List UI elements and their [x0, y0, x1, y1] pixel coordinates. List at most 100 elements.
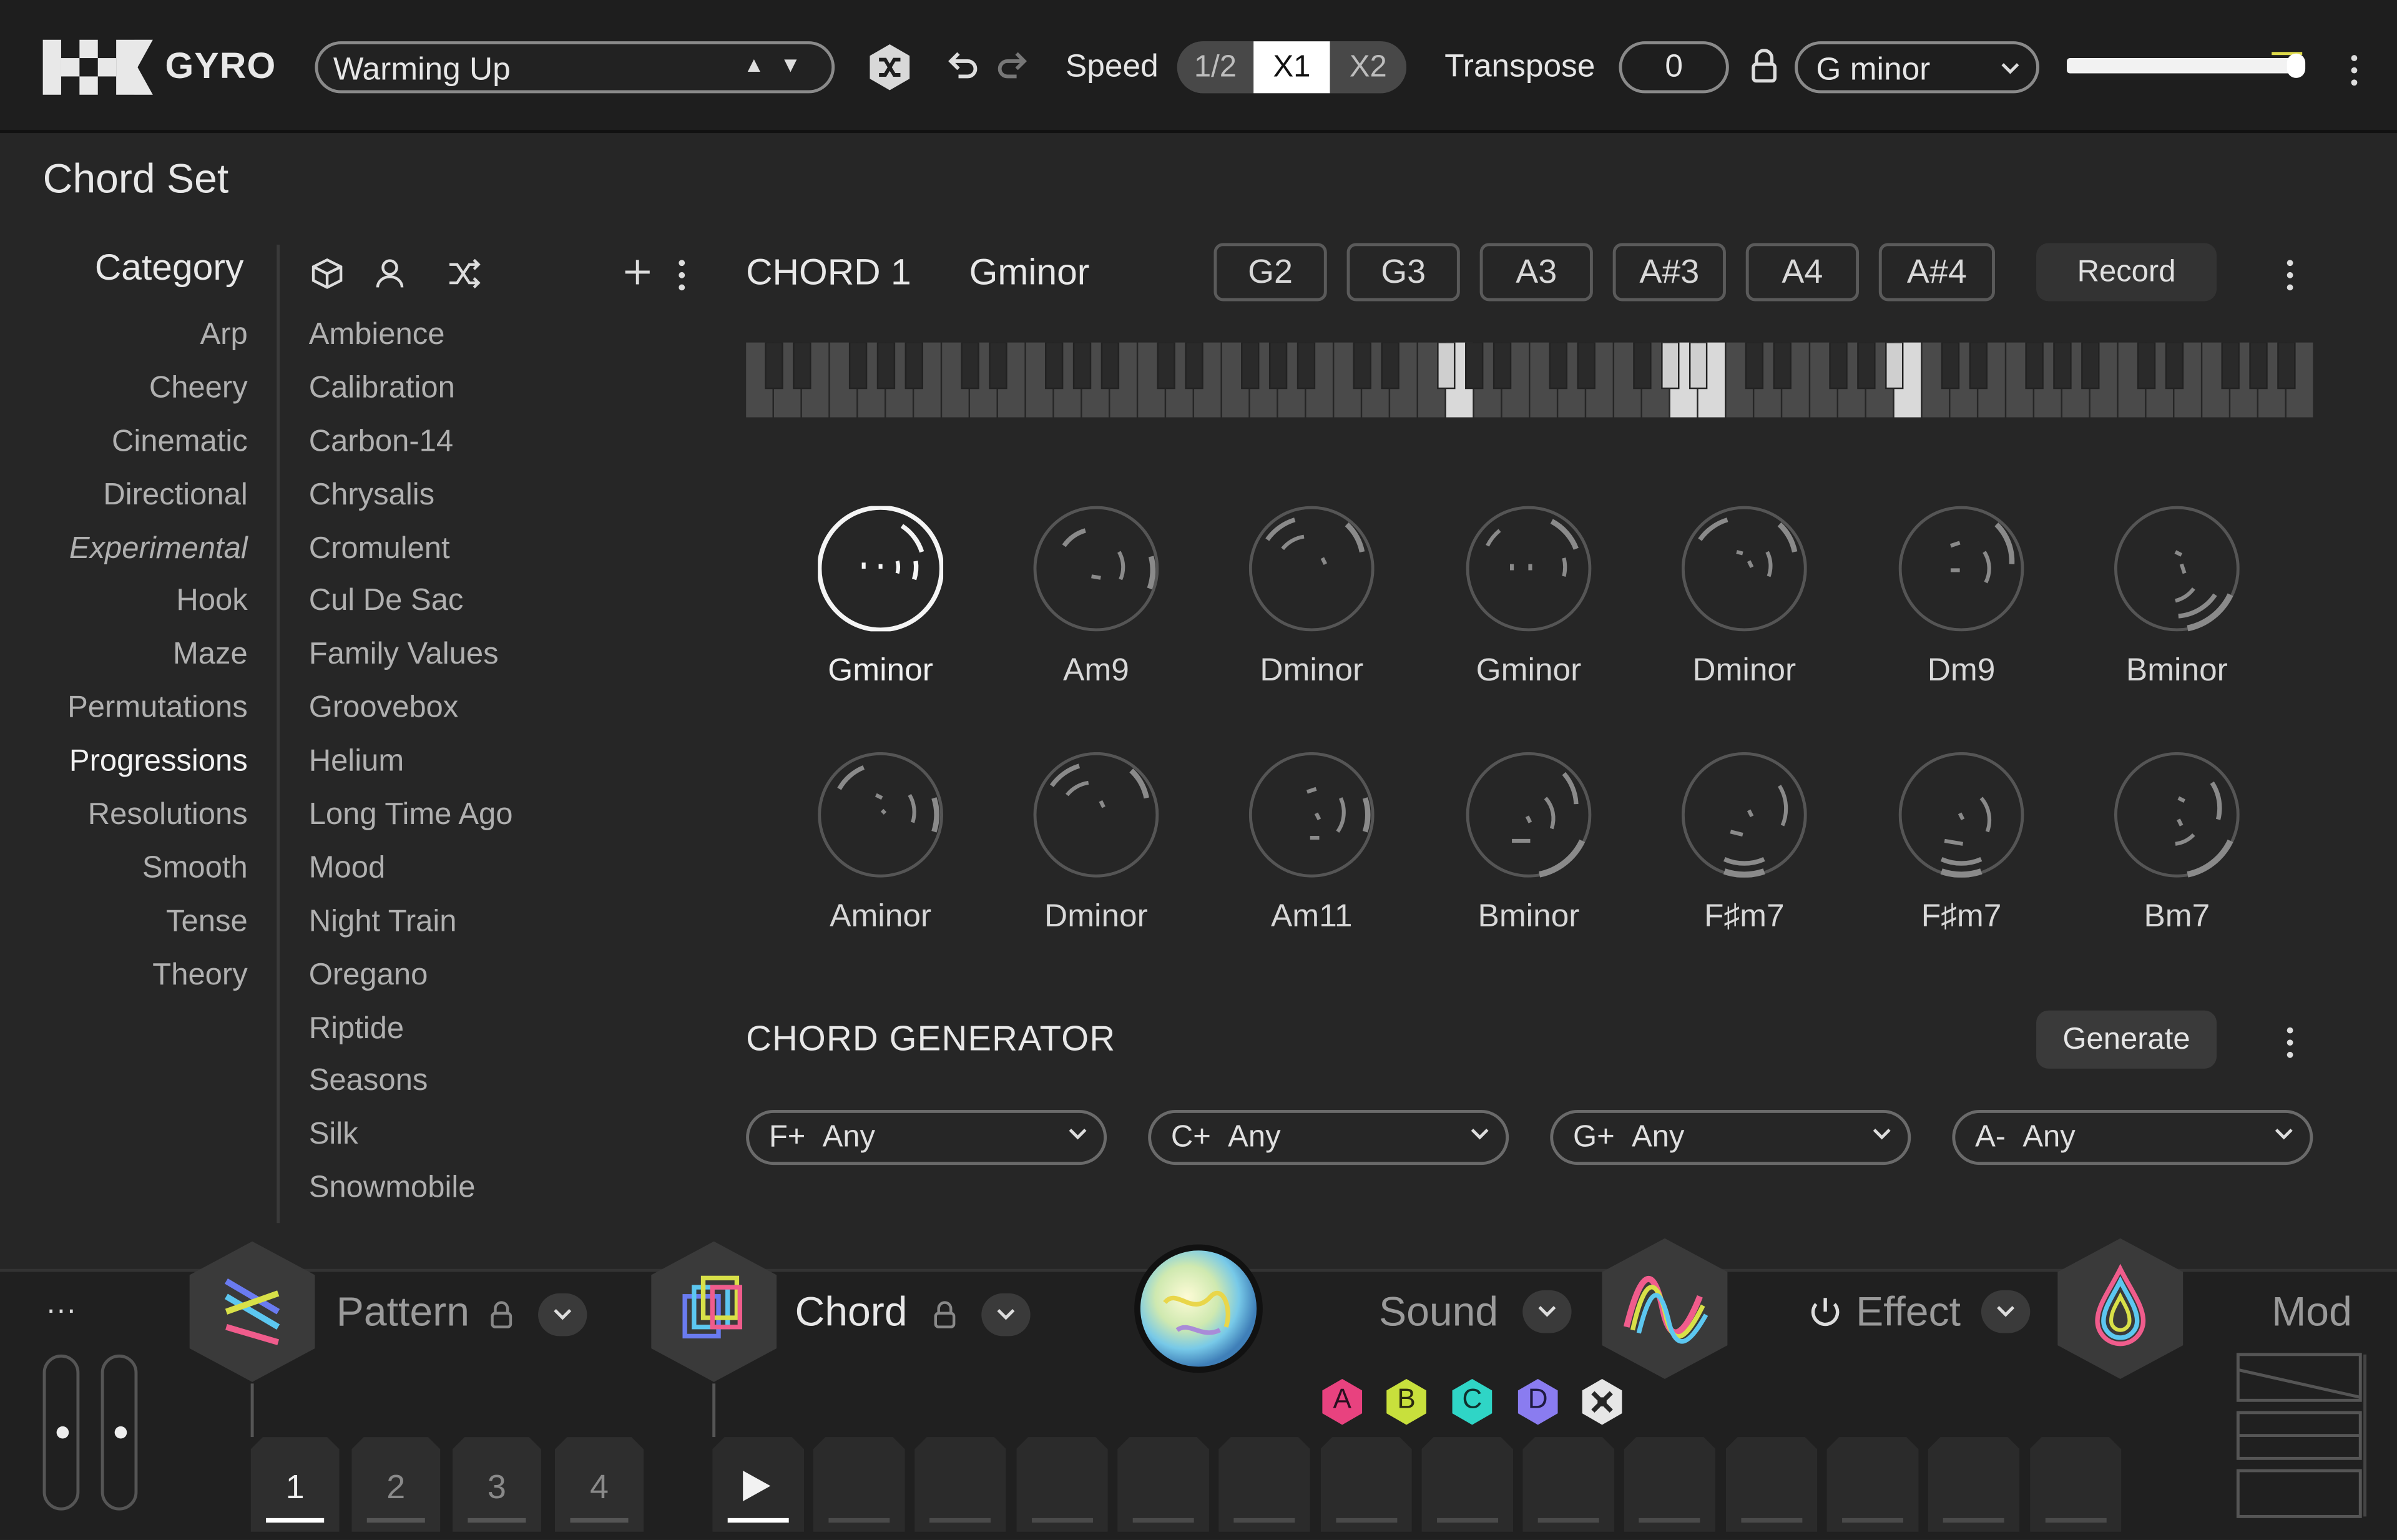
preset-item[interactable]: Ambience [309, 318, 513, 371]
preset-arrows-icon[interactable]: ▲▼ [743, 52, 816, 76]
piano-black-key[interactable] [2081, 342, 2100, 390]
sequence-step[interactable] [1826, 1437, 1919, 1532]
preset-item[interactable]: Carbon-14 [309, 424, 513, 478]
category-item[interactable]: Smooth [67, 851, 248, 905]
piano-black-key[interactable] [1465, 342, 1484, 390]
record-button[interactable]: Record [2036, 243, 2217, 302]
mod-label[interactable]: Mod [2272, 1289, 2352, 1336]
piano-black-key[interactable] [1353, 342, 1371, 390]
preset-item[interactable]: Cul De Sac [309, 585, 513, 638]
power-icon[interactable] [1807, 1295, 1844, 1332]
pattern-tab[interactable]: 2 [351, 1437, 441, 1532]
sequence-step[interactable] [1624, 1437, 1716, 1532]
note-button[interactable]: A4 [1745, 243, 1859, 302]
add-icon[interactable] [620, 255, 654, 289]
generator-slot-dropdown[interactable]: F+ Any [746, 1109, 1107, 1165]
sequence-step[interactable] [1725, 1437, 1818, 1532]
piano-black-key[interactable] [989, 342, 1007, 390]
piano-black-key[interactable] [1689, 342, 1708, 390]
piano-black-key[interactable] [1885, 342, 1904, 390]
piano-black-key[interactable] [1044, 342, 1064, 390]
cube-icon[interactable] [309, 255, 346, 292]
variation-b-label[interactable]: B [1394, 1383, 1418, 1415]
category-item[interactable]: Tense [67, 905, 248, 958]
piano-black-key[interactable] [2137, 342, 2156, 390]
category-item[interactable]: Experimental [67, 531, 248, 584]
piano-black-key[interactable] [1297, 342, 1316, 390]
vertical-slider[interactable] [100, 1354, 138, 1511]
chord-pad[interactable]: Gminor [797, 506, 964, 705]
piano-black-key[interactable] [1633, 342, 1652, 390]
pattern-dropdown-button[interactable] [538, 1293, 587, 1336]
piano-black-key[interactable] [2165, 342, 2184, 390]
chord-pad[interactable]: Gminor [1444, 506, 1612, 705]
piano-black-key[interactable] [904, 342, 924, 390]
piano-black-key[interactable] [2277, 342, 2296, 390]
transpose-field[interactable]: 0 [1619, 41, 1729, 94]
category-item[interactable]: Maze [67, 638, 248, 691]
piano-black-key[interactable] [961, 342, 979, 390]
sequence-step[interactable] [1218, 1437, 1311, 1532]
note-button[interactable]: G3 [1346, 243, 1460, 302]
pattern-tab[interactable]: 1 [250, 1437, 340, 1532]
effect-module-icon[interactable] [2054, 1235, 2186, 1382]
note-button[interactable]: A#3 [1612, 243, 1726, 302]
chord-pad[interactable]: Dm9 [1877, 506, 2045, 705]
preset-item[interactable]: Silk [309, 1118, 513, 1171]
play-icon[interactable] [740, 1468, 773, 1504]
chord-lock-icon[interactable] [933, 1300, 957, 1330]
shuffle-icon[interactable] [446, 255, 483, 292]
piano-keyboard[interactable] [746, 342, 2315, 418]
chord-pad[interactable]: Dminor [1012, 752, 1180, 951]
preset-item[interactable]: Long Time Ago [309, 798, 513, 851]
chord-pad[interactable]: Am9 [1012, 506, 1180, 705]
generator-slot-dropdown[interactable]: G+ Any [1550, 1109, 1911, 1165]
variation-c-label[interactable]: C [1460, 1383, 1484, 1415]
preset-item[interactable]: Helium [309, 745, 513, 798]
preset-item[interactable]: Snowmobile [309, 1172, 513, 1225]
sound-label[interactable]: Sound [1379, 1289, 1498, 1336]
piano-black-key[interactable] [1829, 342, 1848, 390]
piano-black-key[interactable] [1941, 342, 1960, 390]
chord-pad[interactable]: Dminor [1228, 506, 1396, 705]
volume-handle[interactable] [2287, 53, 2306, 78]
category-item-selected[interactable]: Progressions [67, 745, 248, 798]
category-item[interactable]: Theory [67, 958, 248, 1011]
chord-pad[interactable]: Am11 [1228, 752, 1396, 951]
sequence-step[interactable] [1016, 1437, 1108, 1532]
preset-item[interactable]: Mood [309, 851, 513, 905]
key-lock-icon[interactable] [1749, 47, 1780, 84]
chord-pad[interactable]: Bm7 [2093, 752, 2261, 951]
pattern-module-icon[interactable] [187, 1238, 318, 1385]
piano-black-key[interactable] [1100, 342, 1120, 390]
piano-black-key[interactable] [2221, 342, 2240, 390]
preset-item[interactable]: Groovebox [309, 692, 513, 745]
variation-d-label[interactable]: D [1526, 1383, 1550, 1415]
piano-black-key[interactable] [848, 342, 868, 390]
generate-button[interactable]: Generate [2036, 1010, 2217, 1069]
undo-icon[interactable] [944, 46, 981, 86]
speed-x1-button[interactable]: X1 [1253, 41, 1330, 94]
chord-pad[interactable]: F♯m7 [1877, 752, 2045, 951]
chord-pad[interactable]: Dminor [1660, 506, 1828, 705]
user-icon[interactable] [373, 255, 407, 292]
redo-icon[interactable] [994, 46, 1031, 86]
category-item[interactable]: Arp [67, 318, 248, 371]
preset-item[interactable]: Riptide [309, 1011, 513, 1064]
piano-black-key[interactable] [2025, 342, 2044, 390]
piano-black-key[interactable] [2053, 342, 2072, 390]
piano-black-key[interactable] [2249, 342, 2268, 390]
preset-item[interactable]: Oregano [309, 958, 513, 1011]
chord-pad[interactable]: Aminor [797, 752, 964, 951]
category-item[interactable]: Permutations [67, 692, 248, 745]
piano-black-key[interactable] [1969, 342, 1988, 390]
generator-slot-dropdown[interactable]: C+ Any [1148, 1109, 1509, 1165]
chord-dropdown-button[interactable] [981, 1293, 1031, 1336]
sequence-step[interactable] [914, 1437, 1007, 1532]
preset-item[interactable]: Cromulent [309, 531, 513, 584]
category-item[interactable]: Cinematic [67, 424, 248, 478]
speed-x2-button[interactable]: X2 [1330, 41, 1407, 94]
piano-black-key[interactable] [1072, 342, 1092, 390]
pattern-lock-icon[interactable] [489, 1300, 514, 1330]
piano-black-key[interactable] [1437, 342, 1456, 390]
